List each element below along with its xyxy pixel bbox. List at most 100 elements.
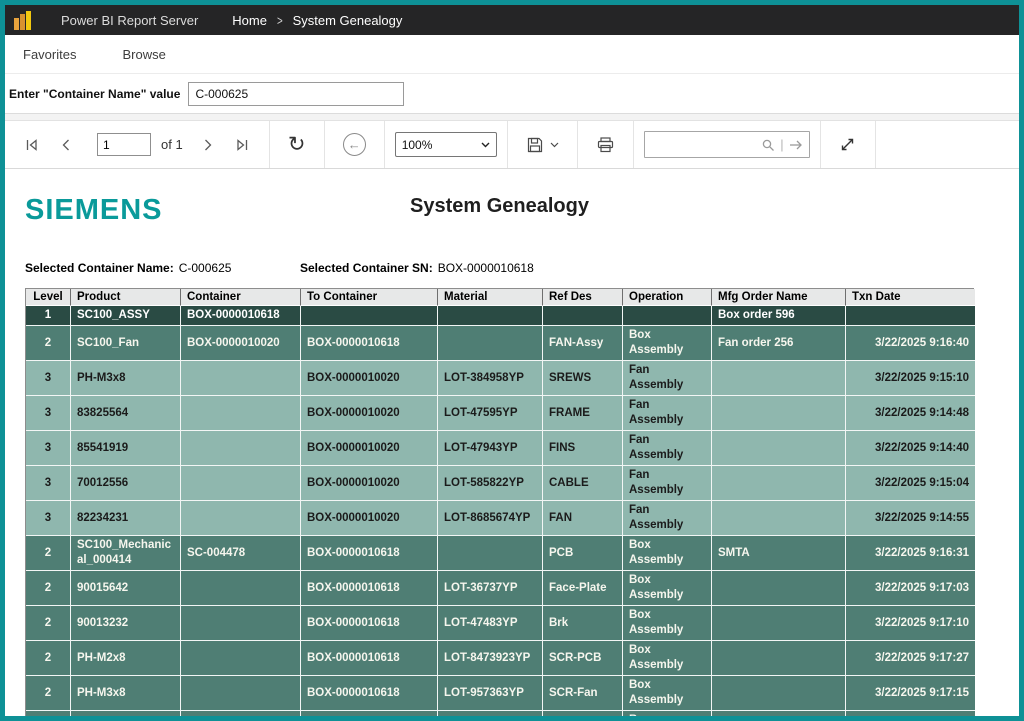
cell-mfg_order (712, 711, 846, 721)
top-bar: Power BI Report Server Home > System Gen… (5, 5, 1019, 35)
cell-material: LOT-47943YP (438, 431, 543, 466)
expand-diagonal-icon (839, 136, 856, 153)
cell-txn_date: 3/22/2025 9:14:48 (846, 396, 975, 431)
cell-container (181, 501, 301, 536)
table-row: 382234231BOX-0000010020LOT-8685674YPFANF… (26, 501, 975, 536)
cell-mfg_order (712, 431, 846, 466)
cell-product: 83825564 (71, 396, 181, 431)
cell-ref_des (543, 306, 623, 326)
table-row: 383825564BOX-0000010020LOT-47595YPFRAMEF… (26, 396, 975, 431)
report-toolbar: of 1 ↻ ← 100% (5, 121, 1019, 169)
genealogy-table-wrap: LevelProductContainerTo ContainerMateria… (25, 288, 974, 721)
table-row: 1SC100_ASSYBOX-0000010618Box order 596 (26, 306, 975, 326)
next-page-button[interactable] (191, 128, 225, 162)
cell-level: 2 (26, 606, 71, 641)
first-page-button[interactable] (15, 128, 49, 162)
cell-txn_date: 3/22/2025 9:17:03 (846, 571, 975, 606)
cell-to_container (301, 306, 438, 326)
cell-product: SC100_Fan (71, 326, 181, 361)
container-name-input[interactable] (188, 82, 404, 106)
previous-page-button[interactable] (49, 128, 83, 162)
cell-mfg_order (712, 676, 846, 711)
cell-operation: Fan Assembly (623, 396, 712, 431)
last-page-button[interactable] (225, 128, 259, 162)
cell-txn_date: 3/22/2025 9:17:15 (846, 676, 975, 711)
cell-txn_date: 3/22/2025 9:17:27 (846, 641, 975, 676)
column-header-operation: Operation (623, 289, 712, 306)
cell-ref_des: FINS (543, 431, 623, 466)
search-input[interactable] (651, 137, 757, 153)
powerbi-logo-icon (14, 11, 33, 30)
cell-ref_des: Brk (543, 606, 623, 641)
cell-operation: Fan Assembly (623, 501, 712, 536)
search-next-icon[interactable] (789, 139, 803, 151)
cell-mfg_order (712, 571, 846, 606)
cell-container (181, 676, 301, 711)
genealogy-table: LevelProductContainerTo ContainerMateria… (26, 289, 975, 721)
cell-txn_date: 3/22/2025 9:17:35 (846, 711, 975, 721)
cell-to_container: BOX-0000010618 (301, 641, 438, 676)
column-header-product: Product (71, 289, 181, 306)
cell-mfg_order (712, 361, 846, 396)
cell-container (181, 606, 301, 641)
report-header: SIEMENS System Genealogy (25, 192, 974, 234)
table-row: 2PH-M3x8BOX-0000010618LOT-957363YPSCR-Fa… (26, 676, 975, 711)
page-number-input[interactable] (97, 133, 151, 156)
column-header-level: Level (26, 289, 71, 306)
print-button[interactable] (588, 128, 623, 162)
cell-operation: Fan Assembly (623, 431, 712, 466)
cell-product: PH-M2x8 (71, 641, 181, 676)
toolbar-separator (633, 121, 634, 168)
cell-level: 1 (26, 306, 71, 326)
tab-browse[interactable]: Browse (122, 47, 165, 62)
cell-to_container: BOX-0000010618 (301, 676, 438, 711)
app-title: Power BI Report Server (61, 13, 198, 28)
cell-container (181, 431, 301, 466)
selected-container-sn-label: Selected Container SN: (300, 261, 433, 275)
cell-material: LOT-384958YP (438, 361, 543, 396)
table-row: 2SC100_FanBOX-0000010020BOX-0000010618FA… (26, 326, 975, 361)
cell-mfg_order (712, 466, 846, 501)
table-row: 2PH-M2x8BOX-0000010618LOT-8473923YPSCR-P… (26, 641, 975, 676)
printer-icon (596, 136, 615, 154)
column-header-mfg_order: Mfg Order Name (712, 289, 846, 306)
toolbar-separator (507, 121, 508, 168)
cell-operation: Fan Assembly (623, 466, 712, 501)
cell-txn_date: 3/22/2025 9:14:40 (846, 431, 975, 466)
report-title: System Genealogy (25, 195, 974, 218)
cell-level: 2 (26, 711, 71, 721)
chevron-right-icon (201, 137, 215, 153)
column-header-to_container: To Container (301, 289, 438, 306)
refresh-button[interactable]: ↻ (280, 128, 314, 162)
cell-product: 82234231 (71, 501, 181, 536)
cell-level: 2 (26, 676, 71, 711)
document-search: | (644, 131, 810, 158)
chevron-down-icon (550, 142, 559, 148)
breadcrumb-home[interactable]: Home (232, 13, 267, 28)
cell-to_container: BOX-0000010020 (301, 361, 438, 396)
cell-ref_des: SCR-Fan (543, 676, 623, 711)
cell-level: 2 (26, 326, 71, 361)
cell-level: 2 (26, 536, 71, 571)
cell-to_container: BOX-0000010020 (301, 431, 438, 466)
cell-to_container: BOX-0000010020 (301, 466, 438, 501)
cell-material: LOT-47483YP (438, 606, 543, 641)
cell-to_container: BOX-0000010020 (301, 396, 438, 431)
table-row: 2FLAT-M2BOX-0000010618LOT-985736YPWSRBox… (26, 711, 975, 721)
column-header-material: Material (438, 289, 543, 306)
toolbar-separator (577, 121, 578, 168)
cell-level: 3 (26, 501, 71, 536)
export-button[interactable] (518, 128, 567, 162)
table-row: 3PH-M3x8BOX-0000010020LOT-384958YPSREWSF… (26, 361, 975, 396)
table-body: 1SC100_ASSYBOX-0000010618Box order 5962S… (26, 306, 975, 721)
cell-mfg_order: Box order 596 (712, 306, 846, 326)
fullscreen-button[interactable] (831, 128, 865, 162)
zoom-value: 100% (402, 138, 433, 152)
zoom-select[interactable]: 100% (395, 132, 497, 157)
cell-level: 3 (26, 466, 71, 501)
tab-favorites[interactable]: Favorites (23, 47, 76, 62)
cell-to_container: BOX-0000010618 (301, 536, 438, 571)
search-icon[interactable] (761, 138, 775, 152)
cell-operation: Box Assembly (623, 326, 712, 361)
back-to-parent-button[interactable]: ← (335, 128, 374, 162)
